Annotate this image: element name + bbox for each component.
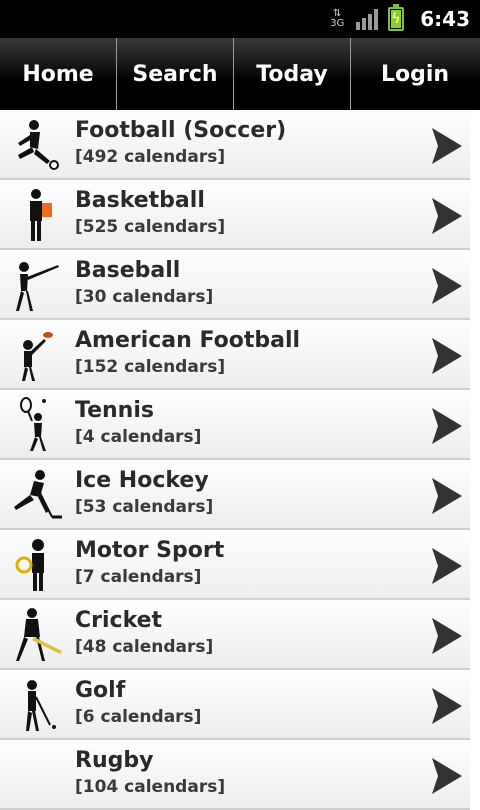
battery-charging-icon: ϟ bbox=[388, 4, 405, 31]
sport-calendar-count: [30 calendars] bbox=[75, 287, 214, 307]
rugby-player-icon bbox=[10, 747, 66, 803]
chevron-right-icon bbox=[432, 688, 462, 724]
sport-row-ice-hockey[interactable]: Ice Hockey [53 calendars] bbox=[0, 460, 470, 530]
sport-title: Football (Soccer) bbox=[75, 118, 287, 143]
baseball-player-icon bbox=[16, 262, 59, 311]
chevron-right-icon bbox=[432, 408, 462, 444]
sport-calendar-count: [492 calendars] bbox=[75, 147, 226, 167]
sports-list: Football (Soccer) [492 calendars] Basket… bbox=[0, 110, 480, 810]
hockey-player-icon bbox=[14, 470, 62, 519]
sport-row-tennis[interactable]: Tennis [4 calendars] bbox=[0, 390, 470, 460]
sport-calendar-count: [525 calendars] bbox=[75, 217, 226, 237]
data-arrows-icon: ⇅ 3G bbox=[330, 8, 345, 29]
sport-calendar-count: [7 calendars] bbox=[75, 567, 202, 587]
nav-login-button[interactable]: Login bbox=[351, 38, 479, 110]
sport-title: American Football bbox=[75, 328, 301, 353]
sport-row-football[interactable]: Football (Soccer) [492 calendars] bbox=[0, 110, 470, 180]
nav-home-button[interactable]: Home bbox=[0, 38, 117, 110]
sport-title: Cricket bbox=[75, 608, 163, 633]
sport-title: Ice Hockey bbox=[75, 468, 209, 493]
sport-title: Baseball bbox=[75, 258, 181, 283]
sport-row-golf[interactable]: Golf [6 calendars] bbox=[0, 670, 470, 740]
nav-today-button[interactable]: Today bbox=[234, 38, 351, 110]
sport-title: Golf bbox=[75, 678, 126, 703]
chevron-right-icon bbox=[432, 338, 462, 374]
chevron-right-icon bbox=[432, 758, 462, 794]
sport-row-american-football[interactable]: American Football [152 calendars] bbox=[0, 320, 470, 390]
basketball-player-icon bbox=[30, 189, 52, 241]
motorsport-driver-icon bbox=[15, 539, 44, 591]
sport-title: Basketball bbox=[75, 188, 205, 213]
top-nav-bar: Home Search Today Login bbox=[0, 38, 480, 110]
chevron-right-icon bbox=[432, 128, 462, 164]
sport-title: Motor Sport bbox=[75, 538, 225, 563]
football-player-icon bbox=[18, 120, 59, 170]
status-bar: ⇅ 3G ϟ 6:43 bbox=[0, 0, 480, 38]
sport-calendar-count: [48 calendars] bbox=[75, 637, 214, 657]
chevron-right-icon bbox=[432, 478, 462, 514]
sport-row-motor-sport[interactable]: Motor Sport [7 calendars] bbox=[0, 530, 470, 600]
chevron-right-icon bbox=[432, 548, 462, 584]
nav-search-button[interactable]: Search bbox=[117, 38, 234, 110]
sport-row-cricket[interactable]: Cricket [48 calendars] bbox=[0, 600, 470, 670]
list-right-edge bbox=[470, 110, 480, 800]
chevron-right-icon bbox=[432, 268, 462, 304]
american-football-player-icon bbox=[22, 332, 53, 381]
signal-icon bbox=[356, 8, 379, 30]
sport-row-baseball[interactable]: Baseball [30 calendars] bbox=[0, 250, 470, 320]
sport-title: Tennis bbox=[75, 398, 154, 423]
sport-calendar-count: [152 calendars] bbox=[75, 357, 226, 377]
chevron-right-icon bbox=[432, 198, 462, 234]
clock: 6:43 bbox=[420, 7, 470, 31]
chevron-right-icon bbox=[432, 618, 462, 654]
sport-calendar-count: [6 calendars] bbox=[75, 707, 202, 727]
sport-title: Rugby bbox=[75, 748, 154, 773]
cricket-player-icon bbox=[16, 608, 62, 661]
sport-calendar-count: [104 calendars] bbox=[75, 777, 226, 797]
tennis-player-icon bbox=[20, 397, 46, 451]
sport-row-basketball[interactable]: Basketball [525 calendars] bbox=[0, 180, 470, 250]
sport-calendar-count: [53 calendars] bbox=[75, 497, 214, 517]
golf-player-icon bbox=[26, 680, 56, 731]
sport-calendar-count: [4 calendars] bbox=[75, 427, 202, 447]
